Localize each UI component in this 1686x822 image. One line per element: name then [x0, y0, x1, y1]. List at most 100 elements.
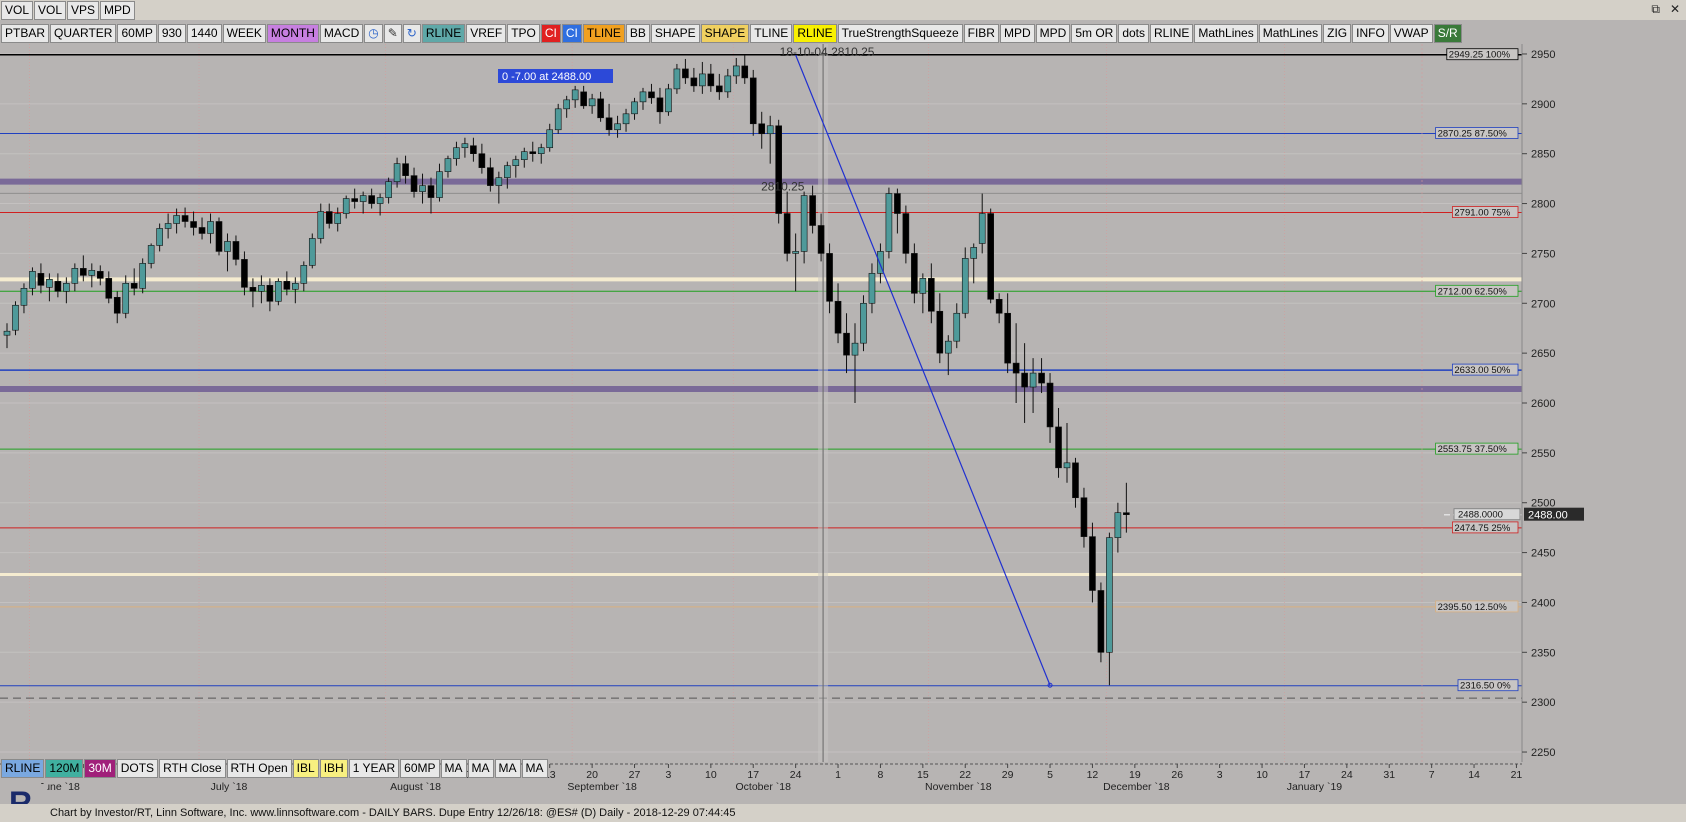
candle-body: [749, 77, 757, 125]
candle-body: [699, 73, 706, 87]
tpo-button[interactable]: TPO: [507, 24, 540, 43]
close-icon[interactable]: ✕: [1670, 2, 1680, 17]
pencil-icon[interactable]: ✎: [383, 24, 402, 43]
fib-level-label: 2870.25 87.50%: [1438, 129, 1508, 140]
vwap-button[interactable]: VWAP: [1389, 24, 1433, 43]
candle-body: [928, 278, 935, 312]
vps-button[interactable]: VPS: [67, 0, 100, 20]
rline-button[interactable]: RLINE: [1, 759, 45, 778]
candle-body: [453, 147, 460, 159]
candle-body: [427, 185, 435, 198]
ci-button[interactable]: CI: [561, 24, 582, 43]
bb-button[interactable]: BB: [625, 24, 650, 43]
candle-body: [834, 300, 842, 334]
shape-button[interactable]: SHAPE: [700, 24, 750, 43]
price-chart[interactable]: 2949.25 100%2870.25 87.50%2791.00 75%271…: [0, 44, 1686, 814]
x-axis-month-label: August `18: [390, 781, 441, 793]
candle-body: [470, 145, 477, 154]
mathlines-button[interactable]: MathLines: [1258, 24, 1323, 43]
candle-body: [147, 245, 155, 264]
month-button[interactable]: MONTH: [266, 24, 319, 43]
zig-button[interactable]: ZIG: [1323, 24, 1352, 43]
tline-button[interactable]: TLINE: [582, 24, 625, 43]
candle-body: [1038, 372, 1045, 384]
ma-button[interactable]: MA: [521, 759, 548, 778]
refresh-icon[interactable]: ↻: [402, 24, 421, 43]
x-axis-day-label: 3: [1217, 769, 1223, 781]
candle-body: [588, 98, 596, 107]
ibh-button[interactable]: IBH: [319, 759, 348, 778]
macd-button[interactable]: MACD: [319, 24, 364, 43]
ci-button[interactable]: CI: [540, 24, 561, 43]
dots-button[interactable]: DOTS: [116, 759, 159, 778]
ibl-button[interactable]: IBL: [292, 759, 319, 778]
x-axis-month-label: November `18: [925, 781, 992, 793]
mathlines-button[interactable]: MathLines: [1194, 24, 1258, 43]
candle-body: [1021, 372, 1028, 388]
x-axis-day-label: 10: [705, 769, 717, 781]
fib-level-label: 2791.00 75%: [1454, 208, 1511, 219]
mpd-button[interactable]: MPD: [1035, 24, 1071, 43]
rline-button[interactable]: RLINE: [421, 24, 466, 43]
candle-body: [970, 247, 978, 259]
candle-body: [987, 213, 994, 300]
x-axis-day-label: 24: [1341, 769, 1353, 781]
ma-button[interactable]: MA: [440, 759, 467, 778]
vref-button[interactable]: VREF: [466, 24, 507, 43]
x-axis-day-label: 21: [1511, 769, 1523, 781]
ma-button[interactable]: MA: [467, 759, 494, 778]
candle-body: [232, 241, 240, 260]
restore-icon[interactable]: ⧉: [1651, 2, 1660, 17]
candle-body: [342, 198, 350, 214]
rline-button[interactable]: RLINE: [1150, 24, 1194, 43]
truestrengthsqueeze-button[interactable]: TrueStrengthSqueeze: [837, 24, 963, 43]
candle-body: [3, 330, 11, 336]
clock-icon[interactable]: ◷: [364, 24, 383, 43]
candle-body: [334, 213, 342, 224]
60mp-button[interactable]: 60MP: [117, 24, 157, 43]
candle-body: [139, 263, 146, 289]
30m-button[interactable]: 30M: [84, 759, 116, 778]
mpd-button[interactable]: MPD: [100, 0, 135, 20]
candle-body: [724, 75, 732, 93]
chart-area[interactable]: 2949.25 100% 2870.25 87.50% 2791.00 75% 271…: [0, 44, 1686, 814]
rth-close-button[interactable]: RTH Close: [159, 759, 226, 778]
info-button[interactable]: INFO: [1352, 24, 1389, 43]
ma-button[interactable]: MA: [494, 759, 521, 778]
x-axis-day-label: 7: [1429, 769, 1435, 781]
candle-body: [597, 98, 604, 119]
ptbar-button[interactable]: PTBAR: [1, 24, 50, 43]
x-axis-day-label: 10: [1256, 769, 1268, 781]
candle-body: [444, 158, 452, 172]
candle-body: [258, 285, 265, 292]
fibr-button[interactable]: FIBR: [963, 24, 999, 43]
dots-button[interactable]: dots: [1118, 24, 1150, 43]
1440-button[interactable]: 1440: [186, 24, 222, 43]
rline-button[interactable]: RLINE: [793, 24, 837, 43]
candle-body: [266, 285, 274, 302]
930-button[interactable]: 930: [157, 24, 186, 43]
candle-body: [512, 159, 520, 166]
s-r-button[interactable]: S/R: [1433, 24, 1462, 43]
5m-or-button[interactable]: 5m OR: [1071, 24, 1118, 43]
x-axis-day-label: 1: [835, 769, 841, 781]
candle-body: [1123, 512, 1130, 515]
candle-body: [122, 283, 130, 314]
vol-button[interactable]: VOL: [34, 0, 67, 20]
mpd-button[interactable]: MPD: [999, 24, 1035, 43]
y-axis-label: 2650: [1531, 348, 1555, 360]
shape-button[interactable]: SHAPE: [650, 24, 700, 43]
candle-body: [860, 302, 867, 344]
60mp-button[interactable]: 60MP: [400, 759, 440, 778]
quarter-button[interactable]: QUARTER: [50, 24, 117, 43]
candle-body: [716, 85, 723, 93]
1-year-button[interactable]: 1 YEAR: [348, 759, 400, 778]
candle-body: [46, 279, 53, 288]
candle-body: [402, 163, 409, 176]
vol-button[interactable]: VOL: [1, 0, 34, 20]
tline-button[interactable]: TLINE: [750, 24, 793, 43]
rth-open-button[interactable]: RTH Open: [226, 759, 292, 778]
week-button[interactable]: WEEK: [222, 24, 266, 43]
120m-button[interactable]: 120M: [45, 759, 84, 778]
x-axis-day-label: 8: [878, 769, 884, 781]
